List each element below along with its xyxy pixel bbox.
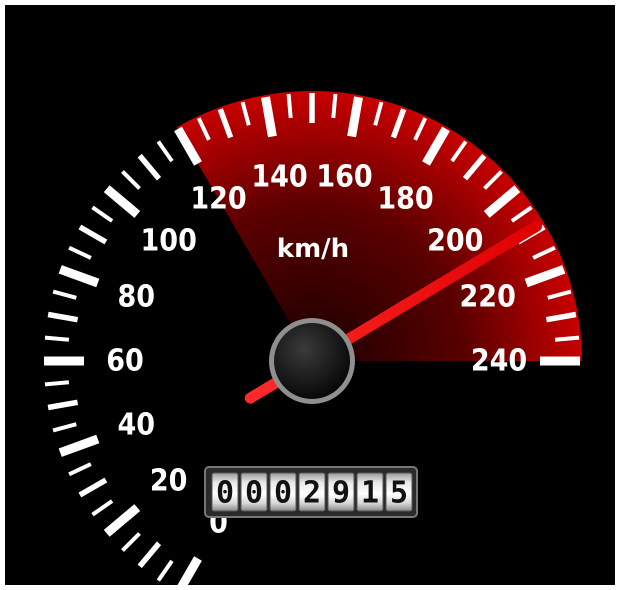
odometer-digit: 0 xyxy=(274,476,292,511)
minor-tick xyxy=(52,422,77,433)
minor-tick xyxy=(331,93,338,119)
minor-tick xyxy=(121,532,141,552)
speedometer-gauge: 0 20 40 60 80 100 120 140 160 180 200 220 240 km/h 0… xyxy=(5,5,615,585)
speed-unit-label: km/h xyxy=(277,234,349,264)
minor-tick xyxy=(121,170,141,190)
tick-label: 40 xyxy=(118,408,156,443)
speedometer-dial: 020406080100120140 160180200220240 km/h 0… xyxy=(44,91,582,585)
minor-tick xyxy=(156,559,174,582)
odometer-digit: 0 xyxy=(245,476,263,511)
needle-hub xyxy=(274,323,350,399)
odometer-digit: 9 xyxy=(332,476,350,511)
tick-label: 80 xyxy=(118,280,156,315)
odometer: 0002915 xyxy=(204,466,418,518)
minor-tick xyxy=(554,335,580,342)
minor-tick xyxy=(47,399,79,411)
major-tick xyxy=(103,185,141,218)
major-tick xyxy=(177,556,202,585)
minor-tick xyxy=(44,335,70,342)
major-tick xyxy=(58,434,100,457)
odometer-digit: 1 xyxy=(361,476,379,511)
tick-label: 140 xyxy=(251,159,307,194)
tick-label: 180 xyxy=(377,182,433,217)
minor-tick xyxy=(91,205,114,223)
minor-tick xyxy=(286,93,293,119)
minor-tick xyxy=(44,380,70,387)
minor-tick xyxy=(47,311,79,323)
tick-label: 60 xyxy=(106,344,144,379)
tick-label: 120 xyxy=(190,182,246,217)
minor-tick xyxy=(91,499,114,517)
odometer-digit: 5 xyxy=(390,476,408,511)
major-tick xyxy=(58,265,100,288)
tick-label: 20 xyxy=(150,464,188,499)
tick-label: 240 xyxy=(471,344,527,379)
tick-label: 100 xyxy=(141,223,197,258)
odometer-digit: 2 xyxy=(303,476,321,511)
odometer-digit: 0 xyxy=(216,476,234,511)
minor-tick xyxy=(137,541,162,569)
tick-label: 220 xyxy=(460,280,516,315)
minor-tick xyxy=(52,289,77,300)
minor-tick xyxy=(78,477,108,498)
minor-tick xyxy=(156,140,174,163)
minor-tick xyxy=(68,245,92,260)
tick-label: 200 xyxy=(427,223,483,258)
tick-label: 160 xyxy=(316,159,372,194)
minor-tick xyxy=(137,153,162,181)
major-tick xyxy=(103,504,141,537)
minor-tick xyxy=(68,462,92,477)
minor-tick xyxy=(78,224,108,245)
